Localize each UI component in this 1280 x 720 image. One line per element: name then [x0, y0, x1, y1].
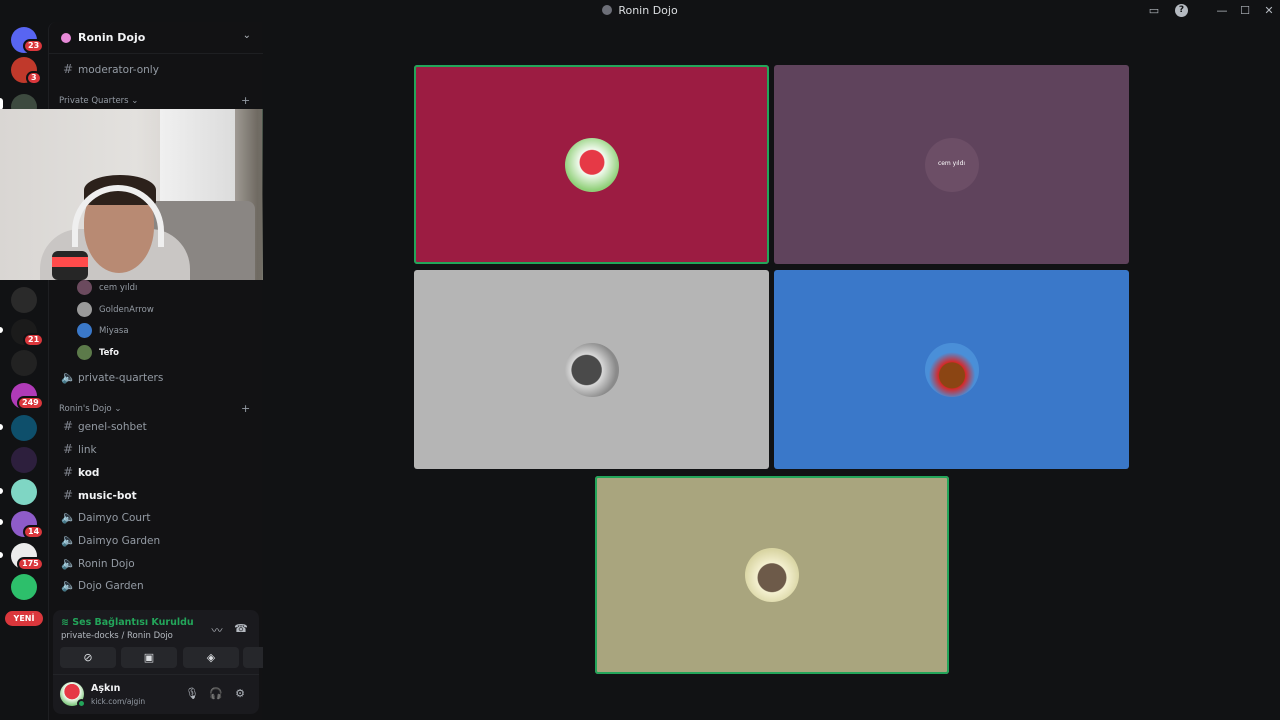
hashtag-icon: # — [62, 488, 74, 502]
speaker-icon: 🔈 — [61, 578, 76, 592]
unread-pill — [0, 552, 3, 558]
notification-badge: 175 — [17, 557, 44, 571]
participant-avatar — [564, 137, 619, 192]
guild-icon — [61, 33, 71, 43]
notification-badge: 14 — [23, 525, 45, 539]
notification-badge: 21 — [23, 333, 45, 347]
hashtag-icon: # — [62, 465, 74, 479]
participant-avatar: cem yıldı — [924, 137, 979, 192]
voice-channel-dojo-garden[interactable]: 🔈 Dojo Garden — [57, 576, 255, 596]
add-channel-icon[interactable]: + — [241, 94, 250, 107]
inbox-icon[interactable]: ▭ — [1146, 3, 1162, 19]
participant-tile[interactable] — [595, 476, 949, 674]
participant-tile[interactable]: cem yıldı — [774, 65, 1129, 264]
participant-avatar — [745, 548, 799, 602]
server-icon[interactable] — [11, 574, 37, 600]
participant-tile[interactable] — [414, 270, 769, 469]
screen-share-button[interactable]: ▣ — [121, 647, 177, 668]
camera-off-icon: ⊘ — [83, 651, 93, 664]
unread-pill — [0, 488, 3, 494]
channel-music-bot[interactable]: # music-bot — [57, 486, 255, 506]
guild-header[interactable]: Ronin Dojo ⌄ — [49, 22, 263, 54]
avatar — [77, 280, 92, 295]
participant-avatar — [924, 342, 979, 397]
discord-window: Ronin Dojo ▭ ? — ☐ ✕ 23 3 21 249 14 175 … — [0, 0, 1280, 720]
channel-genel-sohbet[interactable]: # genel-sohbet — [57, 417, 255, 437]
add-channel-icon[interactable]: + — [241, 402, 250, 415]
channel-link[interactable]: # link — [57, 440, 255, 460]
webcam-background — [160, 109, 235, 209]
minimize-icon[interactable]: — — [1214, 3, 1230, 19]
online-status-dot — [77, 699, 86, 708]
hashtag-icon: # — [62, 442, 74, 456]
avatar — [77, 302, 92, 317]
voice-location[interactable]: private-docks / Ronin Dojo — [61, 631, 173, 641]
speaker-icon: 🔈 — [61, 533, 76, 547]
unread-pill — [0, 519, 3, 525]
window-title: Ronin Dojo — [0, 4, 1280, 17]
user-custom-status: kick.com/ajgin — [91, 697, 146, 706]
signal-icon: ≋ — [61, 617, 73, 628]
server-icon[interactable] — [11, 415, 37, 441]
voice-channel-daimyo-court[interactable]: 🔈 Daimyo Court — [57, 508, 255, 528]
microphone-icon[interactable]: 🎙 — [185, 687, 199, 701]
category-private-quarters[interactable]: Private Quarters ⌄ + — [59, 94, 250, 107]
server-icon[interactable] — [11, 447, 37, 473]
maximize-icon[interactable]: ☐ — [1237, 3, 1253, 19]
avatar — [77, 323, 92, 338]
server-icon[interactable] — [11, 287, 37, 313]
guild-name: Ronin Dojo — [78, 31, 146, 44]
speaker-icon: 🔈 — [61, 510, 76, 524]
screen-share-icon: ▣ — [143, 651, 155, 664]
unread-pill — [0, 424, 3, 430]
participant-tile[interactable] — [774, 270, 1129, 469]
activity-button[interactable]: ◈ — [183, 647, 239, 668]
headphones-icon[interactable]: 🎧 — [209, 687, 223, 701]
participant-avatar — [564, 342, 619, 397]
voice-channel-daimyo-garden[interactable]: 🔈 Daimyo Garden — [57, 531, 255, 551]
speaker-icon: 🔈 — [61, 556, 76, 570]
webcam-overlay[interactable] — [0, 109, 303, 280]
channel-kod[interactable]: # kod — [57, 463, 255, 483]
server-icon — [602, 5, 613, 15]
user-area: Aşkın kick.com/ajgin — [53, 674, 259, 714]
voice-status[interactable]: ≋ Ses Bağlantısı Kuruldu — [61, 617, 194, 628]
microphone-light — [52, 257, 88, 267]
channel-moderator-only[interactable]: # moderator-only — [57, 60, 255, 80]
new-badge[interactable]: YENİ — [5, 611, 43, 626]
server-icon[interactable] — [11, 479, 37, 505]
hashtag-icon: # — [62, 419, 74, 433]
chevron-down-icon: ⌄ — [242, 30, 251, 41]
notification-badge: 23 — [23, 39, 45, 53]
avatar — [77, 345, 92, 360]
username[interactable]: Aşkın — [91, 683, 120, 694]
participant-tile[interactable] — [414, 65, 769, 264]
disconnect-icon[interactable]: ☎ — [234, 622, 248, 636]
camera-off-button[interactable]: ⊘ — [60, 647, 116, 668]
notification-badge: 3 — [26, 71, 42, 85]
activity-icon: ◈ — [206, 651, 216, 664]
server-icon[interactable] — [11, 350, 37, 376]
notification-badge: 249 — [17, 396, 44, 410]
voice-stage: cem yıldı — [263, 22, 1280, 720]
close-icon[interactable]: ✕ — [1261, 3, 1277, 19]
noise-suppression-icon[interactable]: 〰 — [210, 622, 224, 637]
voice-channel-private-quarters[interactable]: 🔈 private-quarters — [57, 368, 255, 388]
title-bar: Ronin Dojo ▭ ? — ☐ ✕ — [0, 0, 1280, 22]
settings-gear-icon[interactable]: ⚙ — [233, 687, 247, 701]
voice-channel-ronin-dojo[interactable]: 🔈 Ronin Dojo — [57, 554, 255, 574]
hashtag-icon: # — [62, 62, 74, 76]
category-ronins-dojo[interactable]: Ronin's Dojo ⌄ + — [59, 402, 250, 415]
unread-pill — [0, 327, 3, 333]
voice-connection-panel: ≋ Ses Bağlantısı Kuruldu private-docks /… — [53, 610, 299, 714]
speaker-icon: 🔈 — [61, 370, 76, 384]
help-icon[interactable]: ? — [1175, 4, 1188, 17]
